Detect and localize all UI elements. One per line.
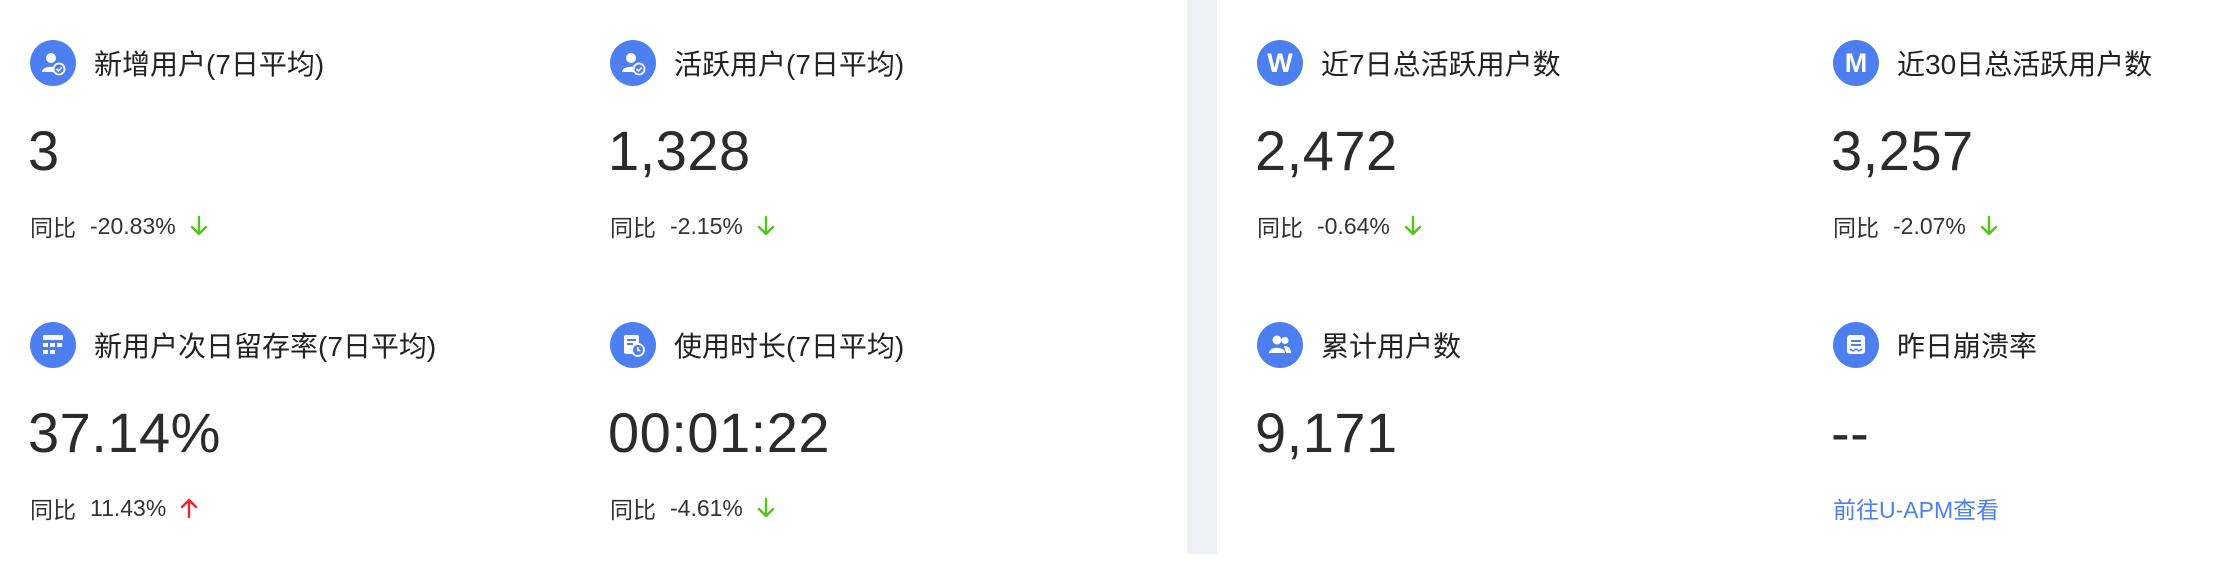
metric-value: 1,328	[608, 119, 751, 182]
dashboard: 新增用户(7日平均) 3 同比 -20.83% 活跃用户(7日平均) 1,328…	[0, 0, 2240, 554]
comparison-row: 同比 11.43%	[30, 491, 198, 525]
icon-letter: W	[1267, 47, 1293, 78]
user-badge-icon	[30, 40, 76, 86]
comparison-label: 同比	[30, 215, 76, 241]
metric-card-total-users: 累计用户数 9,171	[1255, 322, 1797, 572]
comparison-label: 同比	[30, 497, 76, 523]
card-header: 使用时长(7日平均)	[610, 322, 904, 368]
card-header: 累计用户数	[1257, 322, 1461, 368]
crash-report-icon	[1833, 322, 1879, 368]
metric-value: 3,257	[1831, 119, 1974, 182]
metric-value: 2,472	[1255, 119, 1398, 182]
comparison-row: 同比 -2.15%	[610, 209, 775, 243]
right-metrics-panel: W 近7日总活跃用户数 2,472 同比 -0.64% M 近30日总活跃用户数…	[1217, 0, 2240, 554]
card-title: 累计用户数	[1321, 331, 1462, 362]
card-title: 新增用户(7日平均)	[94, 49, 325, 80]
comparison-row: 同比 -4.61%	[610, 491, 775, 525]
card-header: W 近7日总活跃用户数	[1257, 40, 1561, 86]
comparison-row: 同比 -0.64%	[1257, 209, 1422, 243]
card-title: 昨日崩溃率	[1897, 331, 2038, 362]
icon-letter: M	[1844, 47, 1868, 78]
comparison-label: 同比	[610, 497, 656, 523]
comparison-value: -4.61%	[670, 494, 743, 521]
letter-m-icon: M	[1833, 40, 1879, 86]
card-header: 新用户次日留存率(7日平均)	[30, 322, 436, 368]
metric-card-crash-rate: 昨日崩溃率 -- 前往U-APM查看	[1831, 322, 2233, 572]
comparison-value: -2.07%	[1893, 212, 1966, 239]
comparison-row: 同比 -20.83%	[30, 209, 208, 243]
letter-w-icon: W	[1257, 40, 1303, 86]
comparison-value: 11.43%	[90, 494, 167, 521]
metric-card-retention: 新用户次日留存率(7日平均) 37.14% 同比 11.43%	[28, 322, 590, 572]
metric-value: 3	[28, 119, 60, 182]
comparison-value: -20.83%	[90, 212, 176, 239]
comparison-label: 同比	[1833, 215, 1879, 241]
metric-value: --	[1831, 401, 1870, 464]
card-header: 新增用户(7日平均)	[30, 40, 324, 86]
card-header: 昨日崩溃率	[1833, 322, 2037, 368]
trend-down-arrow-icon	[757, 215, 775, 237]
metric-card-usage-duration: 使用时长(7日平均) 00:01:22 同比 -4.61%	[608, 322, 1170, 572]
user-badge-icon	[610, 40, 656, 86]
card-header: M 近30日总活跃用户数	[1833, 40, 2152, 86]
trend-down-arrow-icon	[757, 497, 775, 519]
comparison-label: 同比	[610, 215, 656, 241]
comparison-value: -0.64%	[1317, 212, 1390, 239]
trend-down-arrow-icon	[1404, 215, 1422, 237]
comparison-value: -2.15%	[670, 212, 743, 239]
card-header: 活跃用户(7日平均)	[610, 40, 904, 86]
card-title: 新用户次日留存率(7日平均)	[94, 331, 437, 362]
comparison-row: 同比 -2.07%	[1833, 209, 1998, 243]
metric-value: 00:01:22	[608, 401, 830, 464]
grid-icon	[30, 322, 76, 368]
metric-card-active-users: 活跃用户(7日平均) 1,328 同比 -2.15%	[608, 40, 1170, 290]
trend-down-arrow-icon	[190, 215, 208, 237]
metric-card-new-users: 新增用户(7日平均) 3 同比 -20.83%	[28, 40, 590, 290]
card-title: 使用时长(7日平均)	[674, 331, 905, 362]
left-metrics-panel: 新增用户(7日平均) 3 同比 -20.83% 活跃用户(7日平均) 1,328…	[0, 0, 1187, 554]
go-to-u-apm-link[interactable]: 前往U-APM查看	[1833, 491, 1999, 525]
card-title: 活跃用户(7日平均)	[674, 49, 905, 80]
card-title: 近7日总活跃用户数	[1321, 49, 1561, 80]
panel-divider	[1187, 0, 1217, 554]
trend-down-arrow-icon	[1980, 215, 1998, 237]
card-title: 近30日总活跃用户数	[1897, 49, 2153, 80]
metric-card-30day-active: M 近30日总活跃用户数 3,257 同比 -2.07%	[1831, 40, 2233, 290]
comparison-label: 同比	[1257, 215, 1303, 241]
metric-card-7day-active: W 近7日总活跃用户数 2,472 同比 -0.64%	[1255, 40, 1797, 290]
users-group-icon	[1257, 322, 1303, 368]
metric-value: 37.14%	[28, 401, 221, 464]
trend-up-arrow-icon	[180, 497, 198, 519]
metric-value: 9,171	[1255, 401, 1398, 464]
clock-document-icon	[610, 322, 656, 368]
